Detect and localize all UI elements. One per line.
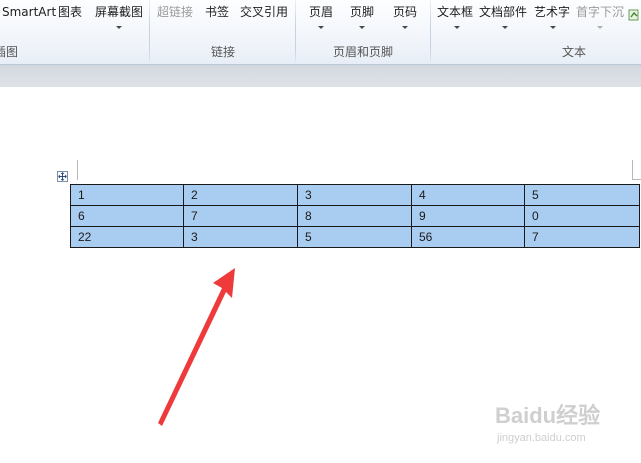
ribbon-insert-tab: SmartArt 图表 屏幕截图 插图 超链接 书签 交叉引用 链接 页眉 页脚… (0, 0, 641, 65)
group-separator (295, 0, 296, 62)
margin-mark (77, 160, 78, 180)
table-cell[interactable]: 5 (524, 184, 640, 206)
table-cell[interactable]: 22 (70, 226, 184, 248)
table-cell[interactable]: 56 (411, 226, 525, 248)
table-cell[interactable]: 8 (297, 205, 412, 227)
smartart-button[interactable]: SmartArt (2, 4, 56, 20)
signature-line-icon[interactable] (628, 8, 640, 22)
table-cell[interactable]: 7 (524, 226, 640, 248)
group-separator (149, 0, 150, 62)
baidu-watermark: Baidu经验 jingyan.baidu.com (495, 392, 615, 452)
table-cell[interactable]: 4 (411, 184, 525, 206)
word-table[interactable]: 1 2 3 4 5 6 7 8 9 0 22 3 5 56 7 (70, 184, 640, 248)
screenshot-dropdown-icon[interactable] (116, 26, 122, 29)
table-row: 22 3 5 56 7 (70, 226, 640, 248)
footer-dropdown-icon[interactable] (359, 26, 365, 29)
drop-cap-dropdown-icon[interactable] (597, 26, 603, 29)
quick-parts-dropdown-icon[interactable] (502, 26, 508, 29)
margin-mark (632, 179, 641, 180)
page-number-button[interactable]: 页码 (393, 4, 417, 20)
table-cell[interactable]: 2 (183, 184, 298, 206)
header-footer-group-label: 页眉和页脚 (333, 45, 394, 59)
table-cell[interactable]: 6 (70, 205, 184, 227)
page-number-dropdown-icon[interactable] (402, 26, 408, 29)
header-dropdown-icon[interactable] (318, 26, 324, 29)
wordart-button[interactable]: 艺术字 (534, 4, 570, 20)
group-separator (430, 0, 431, 62)
text-group-label: 文本 (562, 45, 587, 59)
links-group-label: 链接 (211, 45, 236, 59)
table-cell[interactable]: 9 (411, 205, 525, 227)
watermark-url: jingyan.baidu.com (497, 432, 586, 444)
table-cell[interactable]: 3 (297, 184, 412, 206)
table-cell[interactable]: 3 (183, 226, 298, 248)
table-cell[interactable]: 5 (297, 226, 412, 248)
margin-mark (632, 160, 633, 180)
cross-reference-button[interactable]: 交叉引用 (240, 4, 288, 20)
table-row: 1 2 3 4 5 (70, 184, 640, 206)
text-box-button[interactable]: 文本框 (437, 4, 473, 20)
header-button[interactable]: 页眉 (309, 4, 333, 20)
bookmark-button[interactable]: 书签 (205, 4, 229, 20)
ruler-area (0, 65, 641, 87)
drop-cap-button[interactable]: 首字下沉 (576, 4, 624, 20)
wordart-dropdown-icon[interactable] (550, 26, 556, 29)
table-cell[interactable]: 7 (183, 205, 298, 227)
hyperlink-button[interactable]: 超链接 (157, 4, 193, 20)
table-cell[interactable]: 1 (70, 184, 184, 206)
watermark-brand: Baidu经验 (495, 403, 601, 428)
footer-button[interactable]: 页脚 (350, 4, 374, 20)
text-box-dropdown-icon[interactable] (454, 26, 460, 29)
screenshot-button[interactable]: 屏幕截图 (95, 4, 143, 20)
illustrations-group-label: 插图 (0, 45, 19, 59)
table-move-handle-icon[interactable] (57, 171, 68, 182)
quick-parts-button[interactable]: 文档部件 (479, 4, 527, 20)
chart-button[interactable]: 图表 (58, 4, 82, 20)
table-row: 6 7 8 9 0 (70, 205, 640, 227)
annotation-arrow-icon (158, 268, 235, 426)
table-cell[interactable]: 0 (524, 205, 640, 227)
